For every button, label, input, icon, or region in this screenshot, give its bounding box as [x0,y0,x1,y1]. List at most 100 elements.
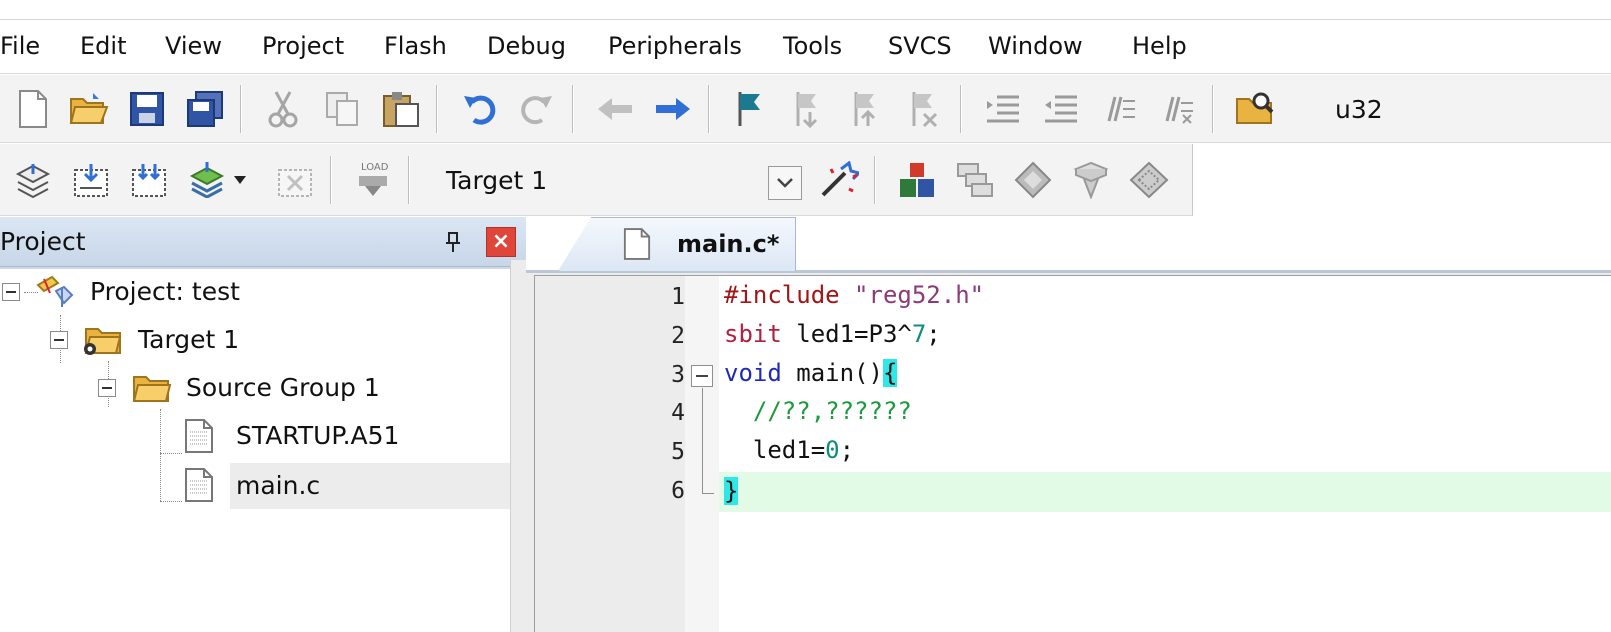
batch-build-dropdown[interactable] [230,159,250,201]
collapse-icon[interactable] [2,283,20,301]
code-line-6: } [724,472,739,510]
cut-icon[interactable] [262,88,304,130]
stop-build-icon[interactable] [274,159,316,201]
undo-icon[interactable] [458,88,500,130]
menu-file[interactable]: File [0,30,40,62]
rebuild-icon[interactable] [128,159,170,201]
tree-item-main-file[interactable]: main.c [230,463,510,509]
debug-config-icon[interactable] [1128,159,1170,201]
build-icon[interactable] [70,159,112,201]
target-select[interactable]: Target 1 [438,158,806,202]
menu-view[interactable]: View [165,30,222,62]
editor-area: main.c* 1 2 3 4 5 6 #include "reg52.h" s… [526,217,1611,632]
comment-icon[interactable] [1098,88,1140,130]
next-bookmark-icon[interactable] [846,88,888,130]
build-toolbar: LOAD Target 1 [0,144,1193,216]
toolbar-separator [436,85,438,133]
save-all-icon[interactable] [184,88,226,130]
open-file-icon[interactable] [68,88,110,130]
code-line-3: void main(){ [724,354,898,392]
file-extensions-icon[interactable] [954,159,996,201]
pin-icon[interactable] [440,229,466,255]
save-icon[interactable] [126,88,168,130]
batch-build-icon[interactable] [186,159,228,201]
new-file-icon[interactable] [12,88,54,130]
collapse-icon[interactable] [98,379,116,397]
code-token: ; [839,436,855,464]
chevron-down-icon[interactable] [768,166,802,200]
find-in-files-icon[interactable] [1234,88,1276,130]
menu-flash[interactable]: Flash [384,30,447,62]
menu-debug[interactable]: Debug [487,30,566,62]
tab-label: main.c* [677,230,780,258]
close-panel-button[interactable]: × [486,227,516,257]
menu-window[interactable]: Window [988,30,1083,62]
code-editor[interactable]: 1 2 3 4 5 6 #include "reg52.h" sbit led1… [534,275,1611,632]
menu-edit[interactable]: Edit [80,30,126,62]
code-token: #include [724,281,840,309]
toolbar-separator [960,85,962,133]
panel-splitter[interactable] [510,260,526,632]
toolbar-separator [708,85,710,133]
menu-svcs[interactable]: SVCS [888,30,952,62]
download-icon[interactable]: LOAD [352,157,394,199]
code-token: 0 [825,436,840,464]
unindent-icon[interactable] [1040,88,1082,130]
select-packs-icon[interactable] [1012,159,1054,201]
toolbar-empty-area [1193,144,1611,216]
toolbar-separator [572,85,574,133]
tree-item-label: Target 1 [138,325,240,354]
code-token: } [724,477,739,505]
code-line-5: led1=0; [724,431,854,469]
prev-bookmark-icon[interactable] [788,88,830,130]
code-token: //??,?????? [724,397,912,425]
pack-installer-icon[interactable] [1070,159,1112,201]
collapse-icon[interactable] [50,331,68,349]
editor-tab-strip: main.c* [526,217,1611,273]
menu-peripherals[interactable]: Peripherals [608,30,742,62]
current-line-highlight [719,472,1611,512]
code-token: led1= [724,436,826,464]
uncomment-icon[interactable] [1156,88,1198,130]
clear-bookmarks-icon[interactable] [904,88,946,130]
tree-item-source-group[interactable]: Source Group 1 [0,365,510,411]
tab-main-c[interactable]: main.c* [558,217,796,271]
fold-margin [685,276,719,632]
tree-item-startup-file[interactable]: STARTUP.A51 [0,413,510,459]
toolbar-separator [1212,85,1214,133]
project-panel: Project × Project: test Target 1 Source … [0,217,526,632]
tree-item-label: Project: test [90,277,240,306]
fold-toggle-icon[interactable] [691,365,713,387]
code-token: led1=P3^ [781,320,912,348]
redo-icon[interactable] [516,88,558,130]
target-options-icon[interactable] [818,159,860,201]
toolbar-separator [330,156,332,204]
indent-icon[interactable] [982,88,1024,130]
navigate-forward-icon[interactable] [652,88,694,130]
bookmark-icon[interactable] [730,88,772,130]
code-token: main() [781,359,883,387]
close-icon: × [491,229,511,254]
menu-project[interactable]: Project [262,30,344,62]
code-token: { [882,359,898,387]
tree-item-target[interactable]: Target 1 [0,317,510,363]
tree-item-project[interactable]: Project: test [0,269,510,315]
manage-components-icon[interactable] [896,159,938,201]
translate-icon[interactable] [12,159,54,201]
copy-icon[interactable] [322,88,364,130]
code-token: ; [926,320,941,348]
target-select-value: Target 1 [446,166,548,195]
code-line-4: //??,?????? [724,392,912,430]
menu-help[interactable]: Help [1132,30,1187,62]
tree-connector [160,501,182,502]
paste-icon[interactable] [380,88,422,130]
line-number-gutter: 1 2 3 4 5 6 [535,276,685,632]
code-token: "reg52.h" [839,281,985,309]
menu-tools[interactable]: Tools [783,30,842,62]
toolbar-separator [874,156,876,204]
find-text-combo[interactable]: u32 [1335,95,1383,124]
line-number: 3 [671,362,685,388]
navigate-back-icon[interactable] [594,88,636,130]
menu-bar: File Edit View Project Flash Debug Perip… [0,20,1611,74]
window-title-strip [0,0,1611,20]
